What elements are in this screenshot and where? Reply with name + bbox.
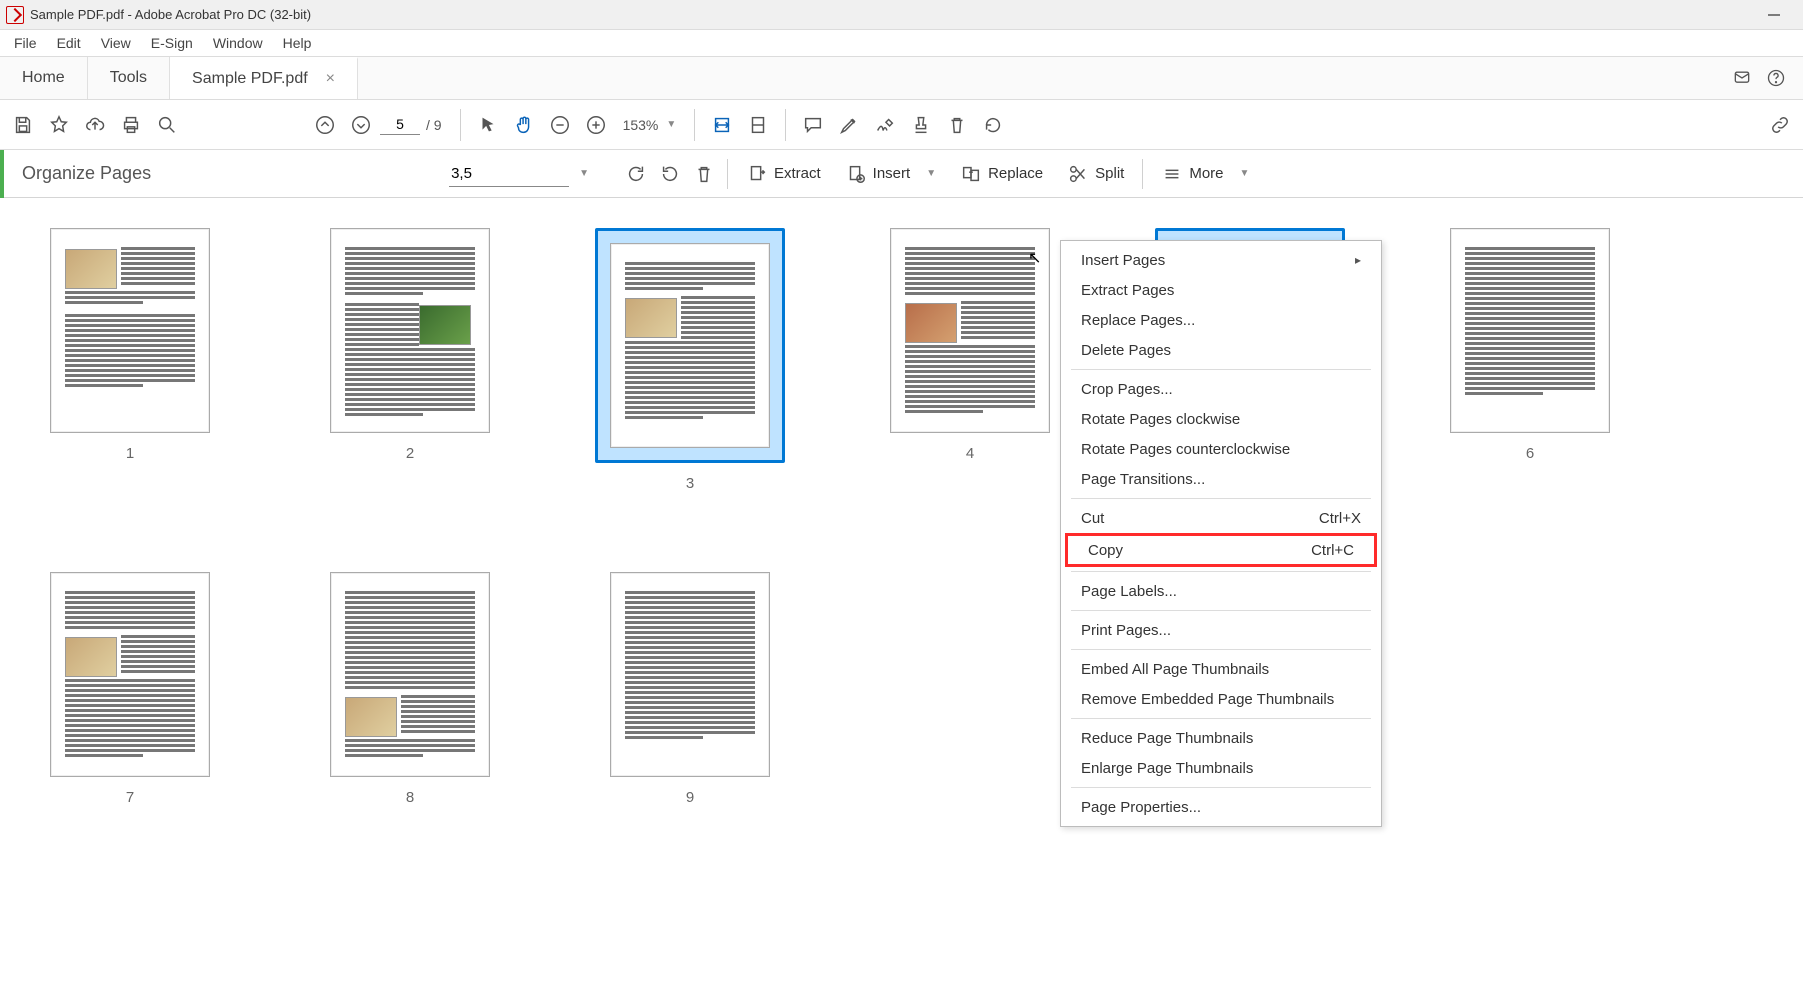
comment-icon[interactable] [796, 108, 830, 142]
menu-esign[interactable]: E-Sign [141, 32, 203, 54]
more-button[interactable]: More▼ [1149, 163, 1261, 185]
range-dropdown-icon[interactable]: ▼ [579, 168, 589, 179]
page-thumb-image [330, 228, 490, 433]
star-icon[interactable] [42, 108, 76, 142]
page-down-icon[interactable] [344, 108, 378, 142]
ctx-page-props[interactable]: Page Properties... [1061, 792, 1381, 822]
ctx-transitions[interactable]: Page Transitions... [1061, 464, 1381, 494]
page-thumb-image [50, 572, 210, 777]
menu-bar: File Edit View E-Sign Window Help [0, 30, 1803, 56]
share-link-icon[interactable] [1763, 108, 1797, 142]
fit-page-icon[interactable] [741, 108, 775, 142]
ctx-page-labels[interactable]: Page Labels... [1061, 576, 1381, 606]
ctx-reduce-thumbs[interactable]: Reduce Page Thumbnails [1061, 723, 1381, 753]
zoom-level[interactable]: 153%▼ [615, 117, 685, 133]
page-thumb-3[interactable]: 3 [600, 228, 780, 492]
close-tab-button[interactable]: × [326, 70, 335, 88]
context-menu: Insert Pages Extract Pages Replace Pages… [1060, 240, 1382, 827]
organize-title: Organize Pages [4, 163, 169, 184]
fit-width-icon[interactable] [705, 108, 739, 142]
main-toolbar: / 9 153%▼ [0, 100, 1803, 150]
page-up-icon[interactable] [308, 108, 342, 142]
tab-home[interactable]: Home [0, 57, 88, 99]
page-thumb-label: 6 [1526, 445, 1534, 462]
delete-icon[interactable] [940, 108, 974, 142]
organize-toolbar: Organize Pages ▼ Extract Insert▼ Replace… [0, 150, 1803, 198]
tab-tools[interactable]: Tools [88, 57, 170, 99]
window-title: Sample PDF.pdf - Adobe Acrobat Pro DC (3… [30, 7, 311, 22]
page-thumb-9[interactable]: 9 [600, 572, 780, 806]
page-thumb-image [890, 228, 1050, 433]
thumbnail-grid: 1 2 3 4 5 6 7 8 9 [0, 198, 1803, 836]
menu-file[interactable]: File [4, 32, 47, 54]
page-thumb-1[interactable]: 1 [40, 228, 220, 492]
page-thumb-label: 9 [686, 789, 694, 806]
ctx-copy-highlight: CopyCtrl+C [1065, 533, 1377, 567]
ctx-enlarge-thumbs[interactable]: Enlarge Page Thumbnails [1061, 753, 1381, 783]
page-thumb-image [50, 228, 210, 433]
page-thumb-7[interactable]: 7 [40, 572, 220, 806]
ctx-replace-pages[interactable]: Replace Pages... [1061, 305, 1381, 335]
minimize-button[interactable] [1751, 0, 1797, 30]
notifications-icon[interactable] [1725, 61, 1759, 95]
menu-edit[interactable]: Edit [47, 32, 91, 54]
replace-button[interactable]: Replace [948, 163, 1055, 185]
ctx-delete-pages[interactable]: Delete Pages [1061, 335, 1381, 365]
page-thumb-label: 8 [406, 789, 414, 806]
rotate-icon[interactable] [976, 108, 1010, 142]
menu-window[interactable]: Window [203, 32, 273, 54]
find-icon[interactable] [150, 108, 184, 142]
cursor-icon: ↖ [1028, 248, 1041, 268]
ctx-remove-embed[interactable]: Remove Embedded Page Thumbnails [1061, 684, 1381, 714]
page-thumb-label: 4 [966, 445, 974, 462]
page-thumb-label: 1 [126, 445, 134, 462]
rotate-ccw-icon[interactable] [619, 157, 653, 191]
page-number-input[interactable] [380, 114, 420, 135]
page-thumb-label: 7 [126, 789, 134, 806]
ctx-extract-pages[interactable]: Extract Pages [1061, 275, 1381, 305]
page-thumb-label: 2 [406, 445, 414, 462]
ctx-print-pages[interactable]: Print Pages... [1061, 615, 1381, 645]
tab-document-label: Sample PDF.pdf [192, 70, 308, 88]
zoom-in-icon[interactable] [579, 108, 613, 142]
insert-button[interactable]: Insert▼ [833, 163, 948, 185]
help-icon[interactable] [1759, 61, 1793, 95]
page-thumb-image [610, 572, 770, 777]
menu-view[interactable]: View [91, 32, 141, 54]
page-thumb-label: 3 [686, 475, 694, 492]
save-icon[interactable] [6, 108, 40, 142]
zoom-out-icon[interactable] [543, 108, 577, 142]
ctx-insert-pages[interactable]: Insert Pages [1061, 245, 1381, 275]
page-count: / 9 [426, 117, 442, 133]
hand-tool-icon[interactable] [507, 108, 541, 142]
title-bar: Sample PDF.pdf - Adobe Acrobat Pro DC (3… [0, 0, 1803, 30]
ctx-rotate-cw[interactable]: Rotate Pages clockwise [1061, 404, 1381, 434]
menu-help[interactable]: Help [273, 32, 322, 54]
tab-row: Home Tools Sample PDF.pdf × [0, 56, 1803, 100]
page-thumb-2[interactable]: 2 [320, 228, 500, 492]
sign-icon[interactable] [868, 108, 902, 142]
page-thumb-image [330, 572, 490, 777]
ctx-copy[interactable]: CopyCtrl+C [1068, 536, 1374, 564]
ctx-embed-thumbs[interactable]: Embed All Page Thumbnails [1061, 654, 1381, 684]
ctx-rotate-ccw[interactable]: Rotate Pages counterclockwise [1061, 434, 1381, 464]
extract-button[interactable]: Extract [734, 163, 833, 185]
tab-document[interactable]: Sample PDF.pdf × [170, 57, 358, 99]
rotate-cw-icon[interactable] [653, 157, 687, 191]
split-button[interactable]: Split [1055, 163, 1136, 185]
page-thumb-6[interactable]: 6 [1440, 228, 1620, 492]
page-range-input[interactable] [449, 161, 569, 187]
selection-tool-icon[interactable] [471, 108, 505, 142]
delete-page-icon[interactable] [687, 157, 721, 191]
print-icon[interactable] [114, 108, 148, 142]
ctx-cut[interactable]: CutCtrl+X [1061, 503, 1381, 533]
page-thumb-8[interactable]: 8 [320, 572, 500, 806]
page-thumb-image [1450, 228, 1610, 433]
page-thumb-image [610, 243, 770, 448]
cloud-upload-icon[interactable] [78, 108, 112, 142]
highlight-icon[interactable] [832, 108, 866, 142]
ctx-crop-pages[interactable]: Crop Pages... [1061, 374, 1381, 404]
acrobat-icon [6, 6, 24, 24]
stamp-icon[interactable] [904, 108, 938, 142]
